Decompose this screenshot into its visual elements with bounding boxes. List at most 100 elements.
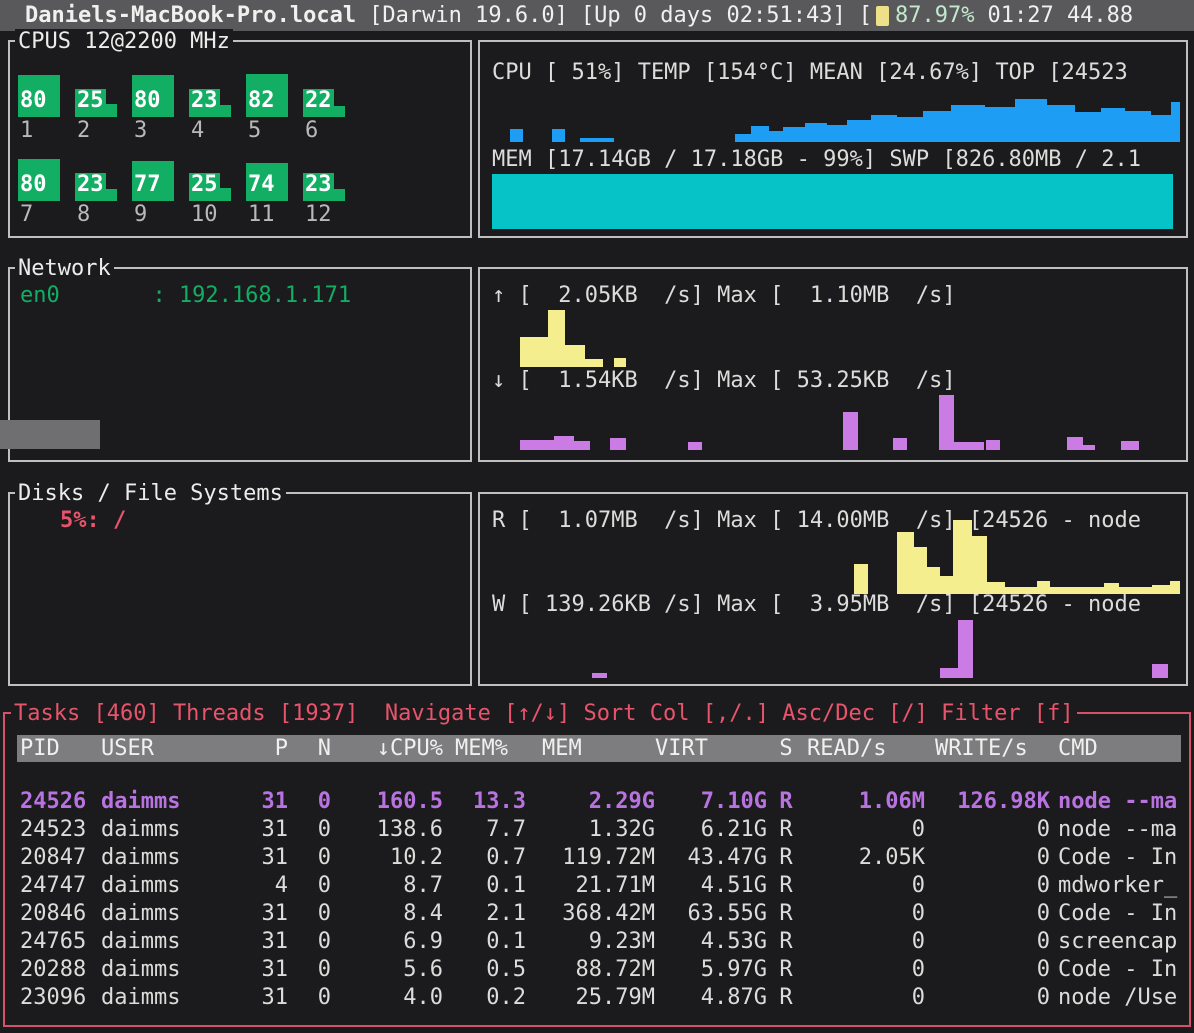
task-cell: 24523 [17, 816, 101, 844]
task-cell: 0 [925, 956, 1050, 984]
task-cell: 10.2 [331, 844, 443, 872]
os-version: [Darwin 19.6.0] [369, 3, 568, 28]
cpu-usage-label: 74 [246, 173, 277, 196]
battery-time: 01:27 44.88 [987, 3, 1133, 28]
task-cell: 1.06M [805, 788, 925, 816]
task-row[interactable]: 24747daimms408.70.121.71M4.51GR00mdworke… [17, 872, 1181, 900]
task-cell: daimms [101, 956, 233, 984]
task-cell: 2.05K [805, 844, 925, 872]
network-download-line: ↓ [ 1.54KB /s] Max [ 53.25KB /s] [492, 368, 1185, 394]
task-cell: 43.47G [655, 844, 767, 872]
network-download-chart [492, 394, 1180, 450]
column-header-p[interactable]: P [233, 736, 288, 761]
task-cell: 4.87G [655, 984, 767, 1012]
column-header-cpu%[interactable]: ↓CPU% [331, 736, 443, 761]
task-row[interactable]: 24523daimms310138.67.71.32G6.21GR00node … [17, 816, 1181, 844]
cpu-core-number: 7 [20, 201, 33, 229]
task-cell: 0.1 [443, 872, 526, 900]
cpu-summary-line: CPU [ 51%] TEMP [154°C] MEAN [24.67%] TO… [492, 60, 1185, 86]
column-header-read/s[interactable]: READ/s [805, 736, 925, 761]
task-cell: 0 [805, 928, 925, 956]
cpu-history-bar [985, 107, 1015, 142]
column-header-n[interactable]: N [288, 736, 331, 761]
task-cell: 6.9 [331, 928, 443, 956]
cpu-core-gauge: 807 [18, 149, 60, 229]
cpu-usage-label: 80 [18, 173, 49, 196]
task-cell: 7.10G [655, 788, 767, 816]
cpu-core-number: 4 [191, 117, 204, 145]
task-cell: 138.6 [331, 816, 443, 844]
column-header-write/s[interactable]: WRITE/s [925, 736, 1050, 761]
cpu-core-gauge: 2510 [189, 149, 231, 229]
task-row[interactable]: 24526daimms310160.513.32.29G7.10GR1.06M1… [17, 788, 1181, 816]
task-cell: R [767, 844, 805, 872]
task-cell: R [767, 816, 805, 844]
disk-read-history-bar [953, 520, 972, 594]
cpu-usage-label: 80 [132, 89, 163, 112]
task-cell: 20847 [17, 844, 101, 872]
cpu-history-bar [847, 120, 871, 142]
cpu-core-gauge: 779 [132, 149, 174, 229]
cpu-history-bar [580, 138, 614, 142]
column-header-cmd[interactable]: CMD [1050, 736, 1181, 761]
mem-summary-line: MEM [17.14GB / 17.18GB - 99%] SWP [826.8… [492, 147, 1185, 173]
column-header-virt[interactable]: VIRT [655, 736, 767, 761]
column-header-mem%[interactable]: MEM% [443, 736, 526, 761]
task-cell: 2.29G [526, 788, 655, 816]
cpu-usage-label: 25 [189, 173, 220, 196]
task-cell: 0 [805, 900, 925, 928]
task-cell: 63.55G [655, 900, 767, 928]
task-cell: 0.1 [443, 928, 526, 956]
task-cell: 24747 [17, 872, 101, 900]
task-cell: 31 [233, 900, 288, 928]
task-cell: 1.32G [526, 816, 655, 844]
column-header-mem[interactable]: MEM [526, 736, 655, 761]
task-row[interactable]: 20846daimms3108.42.1368.42M63.55GR00Code… [17, 900, 1181, 928]
task-cell: 31 [233, 928, 288, 956]
network-graph-panel: ↑ [ 2.05KB /s] Max [ 1.10MB /s] ↓ [ 1.54… [478, 267, 1188, 462]
cpu-history-bar [1171, 102, 1180, 142]
cpu-history-bar [1075, 112, 1101, 142]
cpu-history-bar [510, 129, 523, 142]
disk-graph-panel: R [ 1.07MB /s] Max [ 14.00MB /s] [24526 … [478, 492, 1188, 686]
task-cell: 4 [233, 872, 288, 900]
task-cell: daimms [101, 872, 233, 900]
task-row[interactable]: 23096daimms3104.00.225.79M4.87GR00node /… [17, 984, 1181, 1012]
cpu-history-chart [492, 94, 1180, 142]
disk-write-history-bar [1152, 664, 1168, 678]
cpu-core-gauge: 803 [132, 65, 174, 145]
cpu-core-number: 1 [20, 117, 33, 145]
selection-artifact [0, 420, 100, 449]
column-header-pid[interactable]: PID [17, 736, 101, 761]
disk-write-history-bar [940, 668, 958, 678]
status-bar: Daniels-MacBook-Pro.local[Darwin 19.6.0]… [0, 0, 1194, 31]
cpu-core-number: 6 [305, 117, 318, 145]
task-row[interactable]: 20288daimms3105.60.588.72M5.97GR00Code -… [17, 956, 1181, 984]
task-cell: 5.97G [655, 956, 767, 984]
task-cell: 9.23M [526, 928, 655, 956]
task-row[interactable]: 20847daimms31010.20.7119.72M43.47GR2.05K… [17, 844, 1181, 872]
cpu-history-bar [871, 115, 897, 142]
cpu-core-number: 2 [77, 117, 90, 145]
disk-usage-line: 5%: / [22, 508, 469, 534]
cpu-core-gauge: 234 [189, 65, 231, 145]
mem-usage-bar [492, 174, 1173, 229]
battery-bracket: [ [859, 3, 872, 28]
cpu-graph-panel: CPU [ 51%] TEMP [154°C] MEAN [24.67%] TO… [478, 40, 1188, 238]
network-download-history-bar [843, 412, 858, 450]
column-header-s[interactable]: S [767, 736, 805, 761]
task-row[interactable]: 24765daimms3106.90.19.23M4.53GR00screenc… [17, 928, 1181, 956]
task-cell: 0.7 [443, 844, 526, 872]
disk-read-history-bar [972, 536, 987, 594]
column-header-user[interactable]: USER [101, 736, 233, 761]
cpu-core-gauge: 801 [18, 65, 60, 145]
task-cell: 31 [233, 956, 288, 984]
cpu-core-number: 9 [134, 201, 147, 229]
disks-panel-title: Disks / File Systems [15, 481, 286, 507]
cpu-core-number: 8 [77, 201, 90, 229]
task-cell: 21.71M [526, 872, 655, 900]
network-upload-history-bar [520, 337, 548, 367]
task-cell: node --ma [1050, 788, 1181, 816]
disk-read-chart [492, 520, 1180, 594]
task-cell: 160.5 [331, 788, 443, 816]
